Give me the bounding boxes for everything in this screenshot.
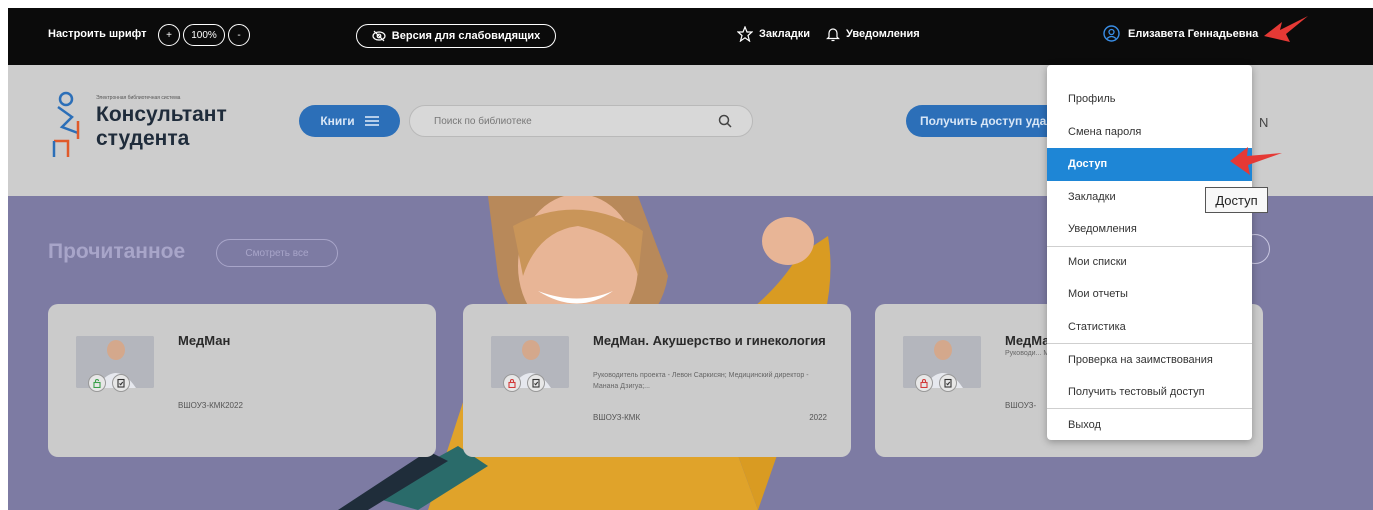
book-card[interactable]: МедМан ВШОУЗ-КМК2022 bbox=[48, 304, 436, 457]
user-dropdown-menu: Профиль Смена пароля Доступ Закладки Уве… bbox=[1047, 65, 1252, 440]
books-label: Книги bbox=[320, 114, 355, 128]
logo-line-1: Консультант bbox=[96, 103, 227, 126]
star-icon bbox=[737, 26, 753, 42]
user-circle-icon bbox=[1103, 25, 1120, 42]
book-code: ВШОУЗ-КМК2022 bbox=[178, 401, 243, 410]
bell-icon bbox=[826, 26, 840, 42]
student-logo-icon bbox=[52, 91, 80, 157]
bookmarks-link[interactable]: Закладки bbox=[737, 26, 810, 42]
menu-item-notifications[interactable]: Уведомления bbox=[1047, 213, 1252, 246]
remote-access-button[interactable]: Получить доступ удаленно bbox=[906, 105, 1066, 137]
menu-item-logout[interactable]: Выход bbox=[1047, 408, 1252, 441]
book-title: МедМан bbox=[178, 333, 231, 348]
annotation-arrow-icon bbox=[1264, 16, 1308, 42]
lock-open-icon bbox=[88, 374, 106, 392]
book-code: ВШОУЗ- bbox=[1005, 401, 1037, 410]
low-vision-label: Версия для слабовидящих bbox=[391, 30, 541, 42]
search-placeholder: Поиск по библиотеке bbox=[434, 116, 532, 127]
menu-item-plagiarism-check[interactable]: Проверка на заимствования bbox=[1047, 343, 1252, 376]
book-card[interactable]: МедМан. Акушерство и гинекология Руковод… bbox=[463, 304, 851, 457]
book-description: Руководитель проекта - Левон Саркисян; М… bbox=[593, 372, 809, 390]
user-menu-toggle[interactable]: Елизавета Геннадьевна bbox=[1103, 25, 1258, 42]
hamburger-icon bbox=[364, 116, 379, 126]
book-title: МедМан. Акушерство и гинекология bbox=[593, 333, 826, 348]
font-zoom-level: 100% bbox=[183, 24, 225, 46]
search-input[interactable]: Поиск по библиотеке bbox=[409, 105, 753, 137]
see-all-button[interactable]: Смотреть все bbox=[216, 239, 338, 267]
checklist-icon bbox=[939, 374, 957, 392]
book-code: ВШОУЗ-КМК bbox=[593, 413, 641, 422]
header-partial-text: N bbox=[1259, 115, 1269, 130]
notifications-link[interactable]: Уведомления bbox=[826, 26, 920, 42]
remote-access-label: Получить доступ удаленно bbox=[920, 114, 1066, 128]
menu-item-change-password[interactable]: Смена пароля bbox=[1047, 116, 1252, 149]
logo-tagline: Электронная библиотечная система bbox=[96, 95, 181, 101]
lock-closed-icon bbox=[503, 374, 521, 392]
checklist-icon bbox=[112, 374, 130, 392]
eye-icon bbox=[372, 30, 386, 42]
notifications-label: Уведомления bbox=[846, 28, 920, 40]
menu-item-statistics[interactable]: Статистика bbox=[1047, 311, 1252, 344]
low-vision-button[interactable]: Версия для слабовидящих bbox=[356, 24, 556, 48]
font-settings-label: Настроить шрифт bbox=[48, 28, 147, 40]
book-year: 2022 bbox=[809, 413, 827, 422]
menu-item-my-lists[interactable]: Мои списки bbox=[1047, 245, 1252, 279]
menu-item-trial-access[interactable]: Получить тестовый доступ bbox=[1047, 376, 1252, 409]
books-menu-button[interactable]: Книги bbox=[299, 105, 400, 137]
checklist-icon bbox=[527, 374, 545, 392]
menu-item-access[interactable]: Доступ bbox=[1047, 148, 1252, 181]
logo[interactable]: Электронная библиотечная система Консуль… bbox=[48, 81, 288, 171]
tooltip: Доступ bbox=[1205, 187, 1268, 213]
top-bar: Настроить шрифт + 100% - Версия для слаб… bbox=[8, 8, 1373, 65]
logo-line-2: студента bbox=[96, 127, 190, 150]
lock-closed-icon bbox=[915, 374, 933, 392]
read-section-title: Прочитанное bbox=[48, 240, 186, 263]
menu-item-profile[interactable]: Профиль bbox=[1047, 83, 1252, 116]
menu-item-my-reports[interactable]: Мои отчеты bbox=[1047, 278, 1252, 311]
user-name: Елизавета Геннадьевна bbox=[1128, 27, 1259, 40]
bookmarks-label: Закладки bbox=[759, 28, 811, 40]
font-increase-button[interactable]: + bbox=[158, 24, 180, 46]
annotation-arrow-icon bbox=[1230, 147, 1282, 175]
search-icon[interactable] bbox=[718, 114, 732, 133]
font-decrease-button[interactable]: - bbox=[228, 24, 250, 46]
